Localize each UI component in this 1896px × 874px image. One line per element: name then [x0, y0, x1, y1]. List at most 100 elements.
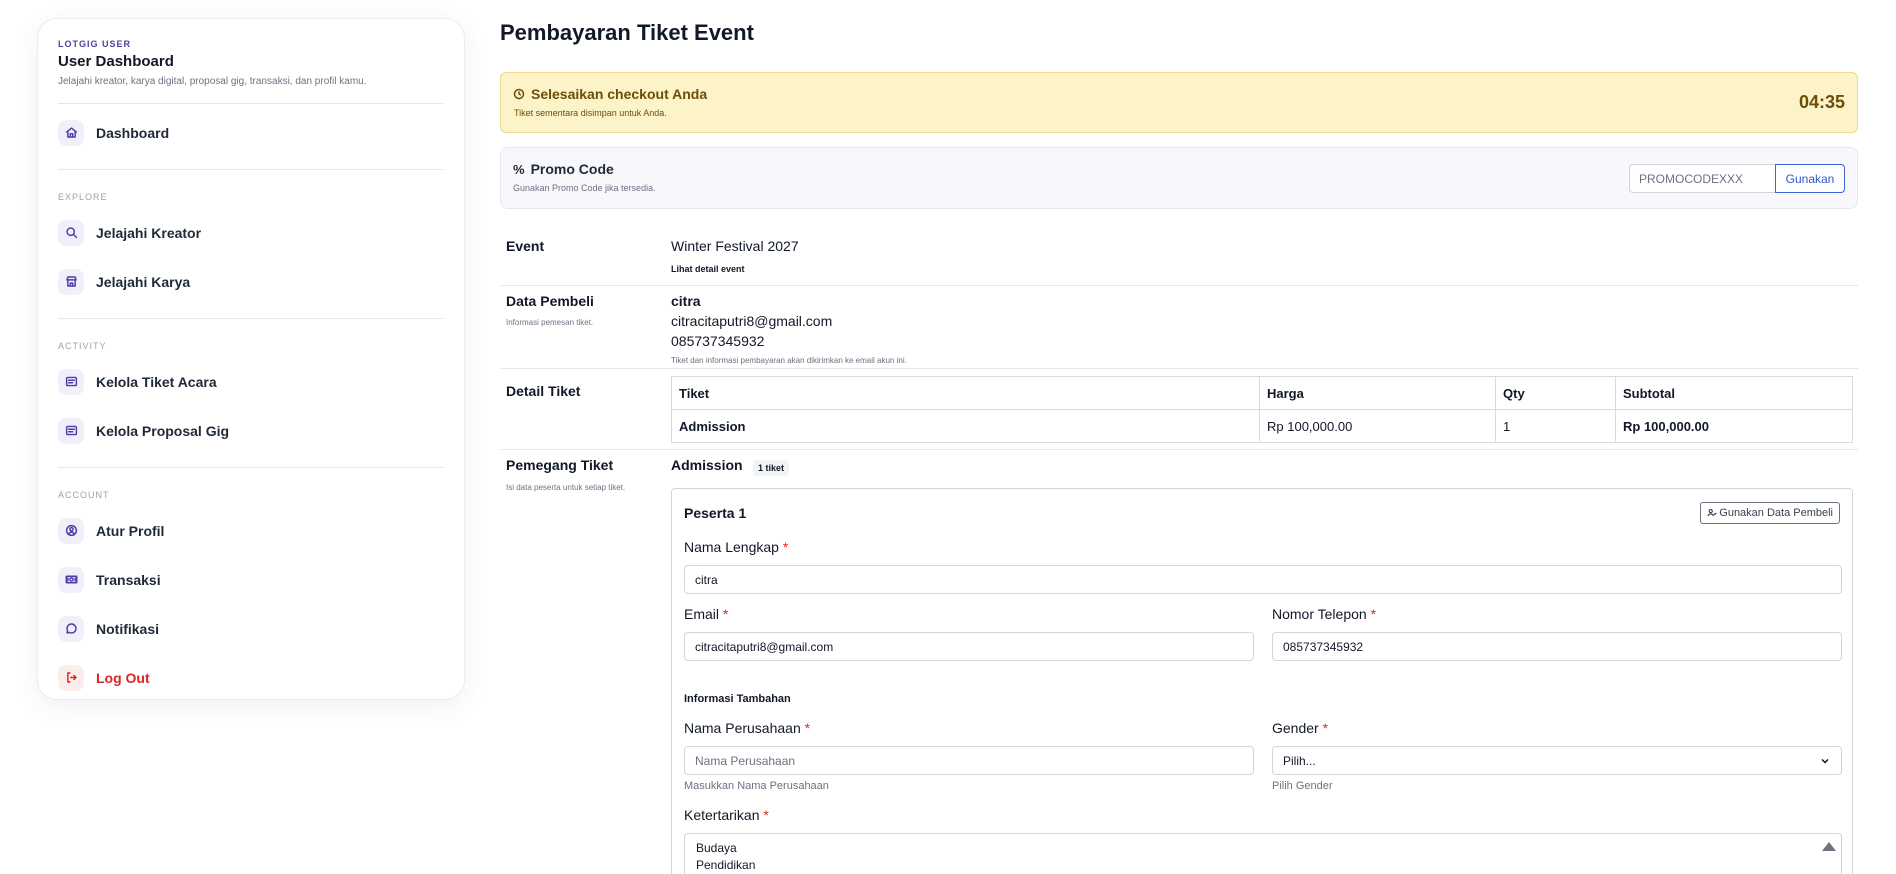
buyer-name: citra	[671, 293, 701, 309]
row-divider	[500, 285, 1858, 286]
ticket-subtotal-cell: Rp 100,000.00	[1615, 409, 1853, 443]
sidebar-item-label: Jelajahi Kreator	[96, 224, 202, 241]
extra-info-title: Informasi Tambahan	[684, 693, 791, 705]
company-label-text: Nama Perusahaan	[684, 720, 801, 736]
buyer-label: Data Pembeli	[506, 293, 594, 309]
ticket-detail-label: Detail Tiket	[506, 383, 581, 399]
alert-title: Selesaikan checkout Anda	[513, 86, 1845, 102]
sidebar-item-label: Jelajahi Karya	[96, 273, 191, 290]
required-mark: *	[722, 606, 729, 622]
sidebar-eyebrow: LOTGIG USER	[58, 39, 132, 49]
required-mark: *	[1370, 606, 1377, 622]
sidebar-item-kelola-tiket-acara[interactable]: Kelola Tiket Acara	[58, 357, 454, 406]
phone-field[interactable]	[1272, 632, 1842, 661]
sidebar-item-label: Atur Profil	[96, 522, 165, 539]
table-header-row: Tiket Harga Qty Subtotal	[671, 376, 1853, 410]
proposal-list-icon	[58, 417, 84, 444]
gender-label: Gender *	[1272, 720, 1328, 736]
sidebar: LOTGIG USER User Dashboard Jelajahi krea…	[37, 18, 465, 700]
buyer-email: citracitaputri8@gmail.com	[671, 313, 833, 329]
sidebar-item-label: Dashboard	[96, 124, 170, 141]
sidebar-item-label: Kelola Proposal Gig	[96, 422, 230, 439]
sidebar-divider	[58, 169, 444, 170]
list-item[interactable]: Pendidikan	[696, 857, 1830, 874]
row-divider	[500, 449, 1858, 450]
buyer-phone: 085737345932	[671, 333, 765, 349]
gender-select[interactable]: Pilih...	[1272, 746, 1842, 775]
sidebar-item-logout[interactable]: Log Out	[58, 653, 454, 702]
holder-label: Pemegang Tiket	[506, 457, 614, 473]
home-icon	[58, 119, 84, 146]
full-name-field[interactable]	[684, 565, 1842, 594]
phone-label-text: Nomor Telepon	[1272, 606, 1367, 622]
sidebar-section-account: ACCOUNT	[58, 490, 110, 500]
use-buyer-data-button[interactable]: Gunakan Data Pembeli	[1700, 502, 1840, 524]
sidebar-item-dashboard[interactable]: Dashboard	[58, 108, 454, 157]
sidebar-item-transaksi[interactable]: Transaksi	[58, 555, 454, 604]
holder-ticket-type: Admission	[671, 457, 743, 473]
chevron-down-icon	[1821, 758, 1829, 764]
company-field[interactable]	[684, 746, 1254, 775]
ticket-table: Tiket Harga Qty Subtotal Admission Rp 10…	[671, 376, 1853, 443]
full-name-label: Nama Lengkap *	[684, 539, 788, 555]
email-label-text: Email	[684, 606, 720, 622]
event-detail-link[interactable]: Lihat detail event	[671, 264, 745, 274]
sidebar-item-label: Kelola Tiket Acara	[96, 373, 217, 390]
table-header-qty: Qty	[1495, 376, 1616, 410]
table-row: Admission Rp 100,000.00 1 Rp 100,000.00	[671, 409, 1853, 443]
user-copy-icon	[1707, 509, 1718, 517]
ticket-count-badge: 1 tiket	[753, 460, 790, 476]
sidebar-item-label: Notifikasi	[96, 620, 160, 637]
ticket-list-icon	[58, 368, 84, 395]
sidebar-item-atur-profil[interactable]: Atur Profil	[58, 506, 454, 555]
search-icon	[58, 219, 84, 246]
participant-card: Peserta 1 Gunakan Data Pembeli Nama Leng…	[671, 488, 1853, 874]
sidebar-item-label: Log Out	[96, 669, 150, 686]
list-item[interactable]: Budaya	[696, 840, 1830, 857]
interest-listbox[interactable]: Budaya Pendidikan	[684, 833, 1842, 874]
sidebar-description: Jelajahi kreator, karya digital, proposa…	[58, 76, 367, 87]
full-name-label-text: Nama Lengkap	[684, 539, 779, 555]
store-icon	[58, 268, 84, 295]
scroll-up-arrow-icon[interactable]	[1822, 842, 1836, 851]
promo-title-text: Promo Code	[530, 161, 614, 177]
sidebar-item-kelola-proposal-gig[interactable]: Kelola Proposal Gig	[58, 406, 454, 455]
checkout-timer: 04:35	[1798, 92, 1845, 112]
ticket-name-cell: Admission	[671, 409, 1260, 443]
sidebar-item-jelajahi-kreator[interactable]: Jelajahi Kreator	[58, 208, 454, 257]
company-hint: Masukkan Nama Perusahaan	[684, 780, 829, 792]
apply-promo-button[interactable]: Gunakan	[1775, 164, 1845, 193]
sidebar-section-explore: EXPLORE	[58, 192, 108, 202]
phone-label: Nomor Telepon *	[1272, 606, 1376, 622]
gender-selected-value: Pilih...	[1283, 753, 1316, 768]
percent-icon: %	[513, 161, 525, 177]
row-divider	[500, 368, 1858, 369]
logout-icon	[58, 664, 84, 691]
required-mark: *	[782, 539, 789, 555]
clock-icon	[513, 88, 525, 100]
sidebar-item-label: Transaksi	[96, 571, 161, 588]
table-header-subtotal: Subtotal	[1615, 376, 1853, 410]
event-label: Event	[506, 238, 545, 254]
alert-subtitle: Tiket sementara disimpan untuk Anda.	[514, 108, 667, 118]
required-mark: *	[804, 720, 811, 736]
interest-label: Ketertarikan *	[684, 807, 769, 823]
interest-label-text: Ketertarikan	[684, 807, 760, 823]
sidebar-title: User Dashboard	[58, 53, 174, 70]
promo-code-input[interactable]	[1629, 164, 1775, 193]
page-title: Pembayaran Tiket Event	[500, 20, 754, 45]
gender-label-text: Gender	[1272, 720, 1319, 736]
sidebar-item-notifikasi[interactable]: Notifikasi	[58, 604, 454, 653]
email-field[interactable]	[684, 632, 1254, 661]
alert-title-text: Selesaikan checkout Anda	[531, 86, 708, 102]
company-label: Nama Perusahaan *	[684, 720, 810, 736]
participant-title: Peserta 1	[684, 505, 747, 521]
required-mark: *	[1322, 720, 1329, 736]
sidebar-item-jelajahi-karya[interactable]: Jelajahi Karya	[58, 257, 454, 306]
buyer-hint: Informasi pemesan tiket.	[506, 318, 594, 327]
chat-icon	[58, 615, 84, 642]
required-mark: *	[763, 807, 769, 823]
sidebar-divider	[58, 103, 444, 104]
promo-code-panel: % Promo Code Gunakan Promo Code jika ter…	[500, 147, 1858, 209]
table-header-price: Harga	[1259, 376, 1496, 410]
